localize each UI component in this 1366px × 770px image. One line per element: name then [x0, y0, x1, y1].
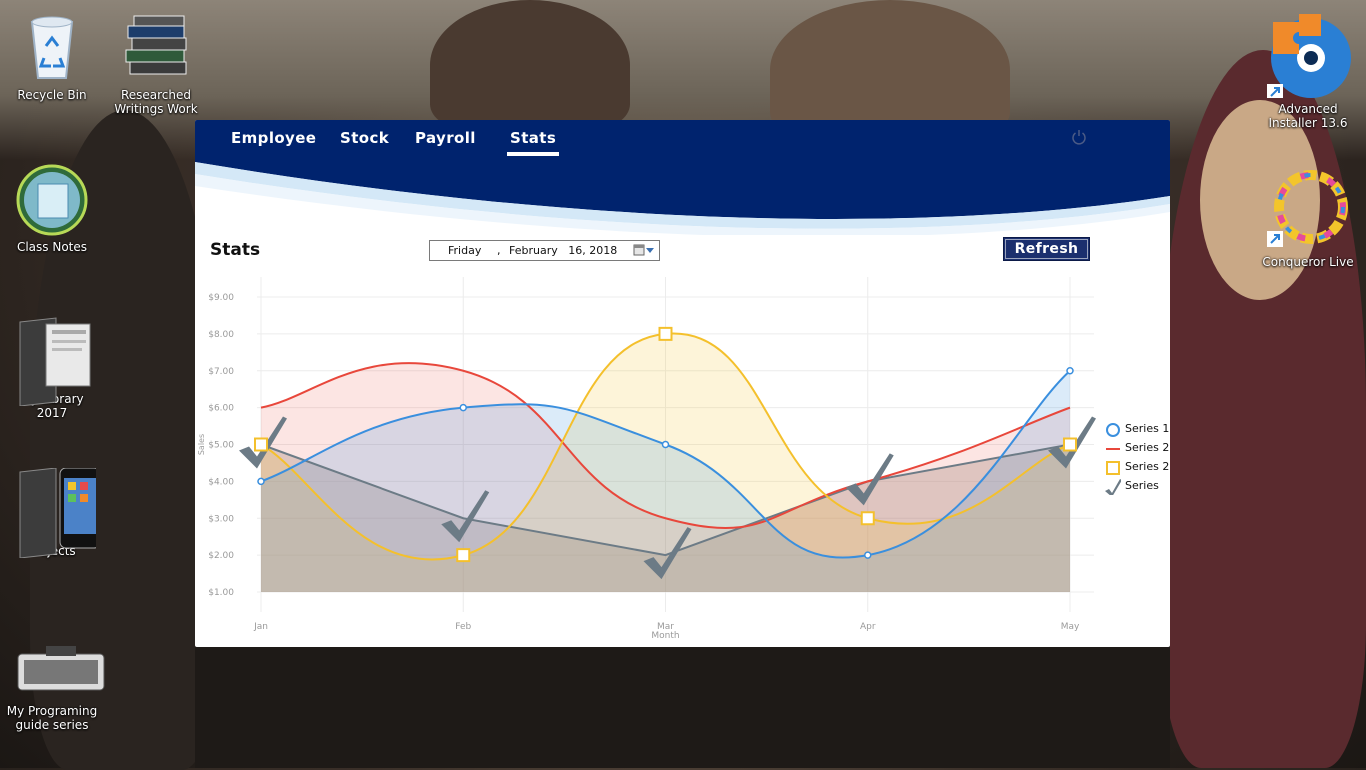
legend-item: Series 2 — [1105, 441, 1169, 460]
data-point — [1063, 437, 1077, 452]
sales-chart: $1.00 $2.00 $3.00 $4.00 $5.00 $6.00 $7.00 $8.00… — [197, 277, 1096, 640]
books-icon — [120, 12, 192, 84]
refresh-button[interactable]: Refresh — [1003, 237, 1090, 261]
desktop-icon-conqueror-live[interactable]: Conqueror Live — [1262, 165, 1354, 269]
y-tick-label: $3.00 — [208, 514, 234, 524]
page-title: Stats — [210, 240, 261, 260]
y-tick-label: $2.00 — [208, 551, 234, 561]
power-icon[interactable] — [1071, 129, 1087, 145]
phone-folder-icon — [16, 467, 101, 559]
x-tick-label: Feb — [455, 622, 471, 632]
tab-employee[interactable]: Employee — [231, 129, 316, 147]
folder-icon — [16, 316, 91, 407]
class-notes-icon — [16, 164, 88, 236]
desktop-icon-projects[interactable]: Projects — [6, 467, 101, 559]
date-day: Friday — [448, 244, 482, 257]
advanced-installer-icon — [1265, 8, 1351, 100]
chart-legend: Series 1 Series 2 Series 2 Series — [1105, 422, 1169, 498]
date-value: February 16, 2018 — [509, 244, 618, 257]
x-tick-label: Jan — [253, 622, 268, 632]
x-axis-label: Month — [651, 631, 679, 640]
legend-label: Series — [1125, 479, 1159, 492]
data-point — [661, 440, 670, 449]
legend-swatch — [1105, 422, 1121, 438]
calendar-dropdown-icon[interactable] — [633, 243, 655, 258]
desktop-icon-advanced-installer[interactable]: Advanced Installer 13.6 — [1262, 8, 1354, 130]
tab-stock[interactable]: Stock — [340, 129, 389, 147]
stats-app-window: Employee Stock Payroll Stats Stats Frida… — [195, 120, 1170, 647]
y-tick-label: $9.00 — [208, 293, 234, 303]
data-point — [658, 326, 673, 341]
data-point — [864, 551, 872, 559]
y-tick-label: $8.00 — [208, 330, 234, 340]
tab-payroll[interactable]: Payroll — [415, 129, 476, 147]
desktop-icon-researched-writings[interactable]: Researched Writings Work — [110, 12, 202, 116]
legend-label: Series 2 — [1125, 441, 1170, 454]
y-tick-label: $6.00 — [208, 404, 234, 414]
conqueror-live-icon — [1265, 165, 1351, 251]
desktop-icon-my-library[interactable]: My Library 2017 — [6, 316, 98, 420]
y-tick-label: $5.00 — [208, 441, 234, 451]
top-nav: Employee Stock Payroll Stats — [195, 120, 1170, 170]
keyboard-icon — [16, 644, 105, 700]
legend-item: Series — [1105, 479, 1169, 498]
desktop-icon-recycle-bin[interactable]: Recycle Bin — [6, 12, 98, 102]
x-tick-label: Apr — [860, 622, 876, 632]
recycle-bin-icon — [16, 12, 88, 84]
desktop-icon-class-notes[interactable]: Class Notes — [6, 164, 98, 254]
tab-stats[interactable]: Stats — [506, 129, 560, 156]
x-tick-label: May — [1061, 622, 1080, 632]
legend-label: Series 2 — [1125, 460, 1170, 473]
legend-label: Series 1 — [1125, 422, 1170, 435]
legend-swatch — [1105, 460, 1121, 476]
data-point — [456, 548, 471, 563]
y-axis-label: Sales — [197, 434, 206, 455]
y-tick-label: $4.00 — [208, 477, 234, 487]
data-point — [1066, 367, 1074, 375]
desktop-icon-programming-guide[interactable]: My Programing guide series — [6, 644, 105, 732]
legend-swatch — [1105, 479, 1122, 497]
data-point — [257, 477, 265, 486]
y-tick-label: $1.00 — [208, 588, 234, 598]
legend-item: Series 2 — [1105, 460, 1169, 479]
legend-swatch — [1105, 441, 1121, 457]
data-point — [254, 437, 268, 452]
date-separator: , — [497, 244, 501, 257]
date-picker[interactable]: Friday , February 16, 2018 — [429, 240, 660, 261]
y-tick-label: $7.00 — [208, 367, 234, 377]
legend-item: Series 1 — [1105, 422, 1169, 441]
data-point — [860, 511, 875, 526]
data-point — [459, 403, 467, 412]
